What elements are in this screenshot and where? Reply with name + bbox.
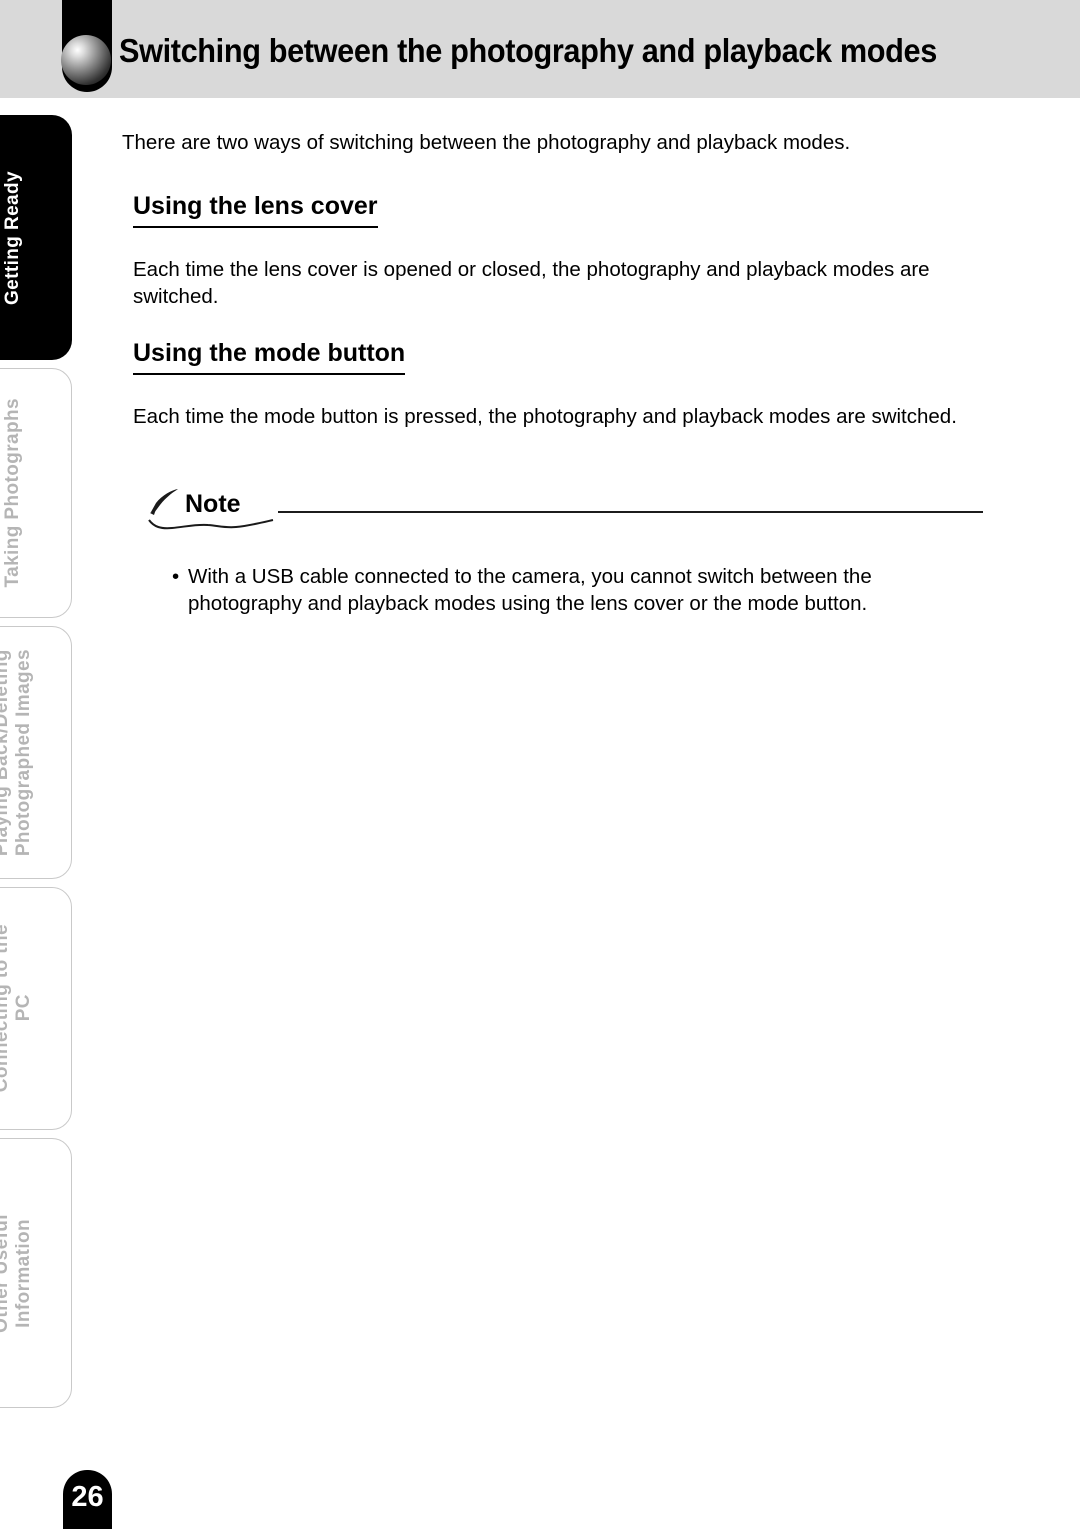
sidebar-tab-label: Connecting to the PC <box>0 924 34 1093</box>
sidebar-tab-label: Playing Back/Deleting Photographed Image… <box>0 648 34 857</box>
sidebar-tab-getting-ready[interactable]: Getting Ready <box>0 115 72 360</box>
document-page: Switching between the photography and pl… <box>0 0 1080 1529</box>
page-number: 26 <box>71 1481 104 1513</box>
section-heading-mode-button: Using the mode button <box>133 339 406 375</box>
note-item-text: With a USB cable connected to the camera… <box>188 564 872 615</box>
note-list-item: • With a USB cable connected to the came… <box>172 563 982 617</box>
sidebar-tab-connecting-to-pc[interactable]: Connecting to the PC <box>0 887 72 1130</box>
note-wave-underline <box>148 519 274 530</box>
note-bullet-icon: • <box>172 564 180 588</box>
brick-row <box>0 69 1080 88</box>
sidebar-tab-playing-back-deleting[interactable]: Playing Back/Deleting Photographed Image… <box>0 626 72 879</box>
section-body-mode-button: Each time the mode button is pressed, th… <box>133 404 957 428</box>
note-horizontal-rule <box>278 511 983 513</box>
section-body-lens-cover: Each time the lens cover is opened or cl… <box>133 257 930 308</box>
brick-row <box>0 0 1080 13</box>
sidebar-tab-label: Other Useful Information <box>0 1213 34 1333</box>
sidebar-tab-other-useful-information[interactable]: Other Useful Information <box>0 1138 72 1408</box>
section-heading-lens-cover: Using the lens cover <box>133 192 378 228</box>
sidebar-tab-taking-photographs[interactable]: Taking Photographs <box>0 368 72 618</box>
sphere-bullet-icon <box>61 35 111 85</box>
note-header: Note <box>148 488 988 530</box>
page-number-badge: 26 <box>63 1470 112 1529</box>
sidebar-tab-label: Taking Photographs <box>2 398 23 588</box>
sidebar-tab-label: Getting Ready <box>2 170 23 305</box>
intro-paragraph: There are two ways of switching between … <box>122 130 851 154</box>
note-item-list: • With a USB cable connected to the came… <box>172 542 982 637</box>
page-title: Switching between the photography and pl… <box>119 32 937 69</box>
